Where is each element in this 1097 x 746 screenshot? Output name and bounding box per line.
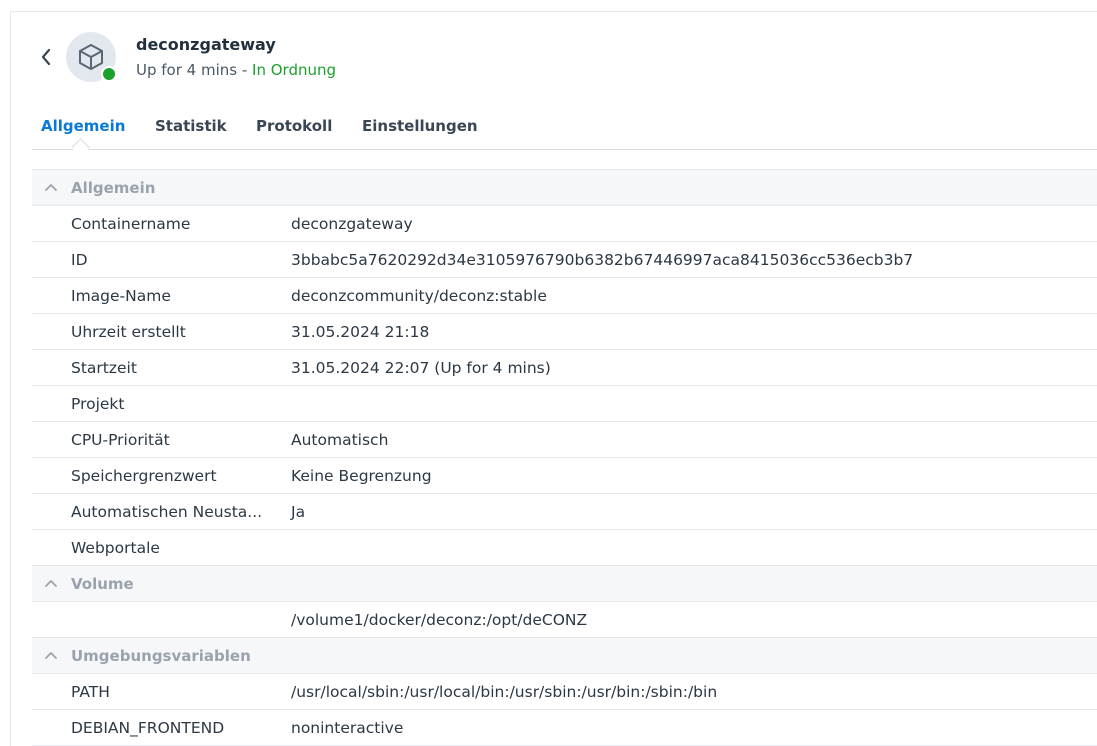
cube-icon: [79, 44, 103, 70]
row-label: ID: [71, 251, 88, 269]
row-label: Image-Name: [71, 287, 171, 305]
row-label: Projekt: [71, 395, 125, 413]
table-row: PATH/usr/local/sbin:/usr/local/bin:/usr/…: [32, 674, 1097, 710]
row-label: Webportale: [71, 539, 160, 557]
row-value: Automatisch: [291, 431, 389, 449]
table-row: Startzeit 31.05.2024 22:07 (Up for 4 mins…: [32, 350, 1097, 386]
container-title: deconzgateway: [136, 35, 276, 54]
row-value: deconzcommunity/deconz:stable: [291, 287, 547, 305]
table-row: Uhrzeit erstellt 31.05.2024 21:18: [32, 314, 1097, 350]
row-label: Uhrzeit erstellt: [71, 323, 186, 341]
uptime-text: Up for 4 mins: [136, 61, 238, 79]
table-row: CPU-Priorität Automatisch: [32, 422, 1097, 458]
tab-protokoll[interactable]: Protokoll: [256, 117, 332, 135]
table-row: Speichergrenzwert Keine Begrenzung: [32, 458, 1097, 494]
back-button[interactable]: [36, 44, 56, 70]
row-value: 3bbabc5a7620292d34e3105976790b6382b67446…: [291, 251, 914, 269]
tab-einstellungen[interactable]: Einstellungen: [362, 117, 478, 135]
status-indicator: [101, 66, 117, 82]
left-divider: [10, 12, 11, 746]
row-label: PATH: [71, 683, 110, 701]
section-title: Allgemein: [71, 179, 156, 197]
tab-allgemein[interactable]: Allgemein: [41, 117, 125, 135]
row-value: Keine Begrenzung: [291, 467, 432, 485]
health-status: In Ordnung: [252, 61, 337, 79]
top-divider: [10, 11, 1097, 12]
row-value: Ja: [291, 503, 306, 521]
section-header-volume[interactable]: Volume: [32, 566, 1097, 602]
tab-bar: Allgemein Statistik Protokoll Einstellun…: [32, 108, 1097, 150]
row-value: /usr/local/sbin:/usr/local/bin:/usr/sbin…: [291, 683, 718, 701]
row-value: 31.05.2024 21:18: [291, 323, 430, 341]
status-separator: -: [237, 61, 253, 79]
table-row: Containername deconzgateway: [32, 206, 1097, 242]
row-value: /volume1/docker/deconz:/opt/deCONZ: [291, 611, 588, 629]
row-label: Containername: [71, 215, 191, 233]
details-table: Allgemein Containername deconzgateway ID 3…: [32, 169, 1097, 746]
chevron-left-icon: [41, 48, 51, 66]
table-row: Webportale: [32, 530, 1097, 566]
chevron-up-icon: [45, 652, 57, 659]
section-title: Volume: [71, 575, 134, 593]
chevron-up-icon: [45, 184, 57, 191]
row-label: DEBIAN_FRONTEND: [71, 719, 225, 737]
tab-statistik[interactable]: Statistik: [155, 117, 227, 135]
row-value: 31.05.2024 22:07 (Up for 4 mins): [291, 359, 551, 377]
row-value: deconzgateway: [291, 215, 413, 233]
table-row: Automatischen Neusta... Ja: [32, 494, 1097, 530]
section-header-allgemein[interactable]: Allgemein: [32, 170, 1097, 206]
row-label: Speichergrenzwert: [71, 467, 217, 485]
chevron-up-icon: [45, 580, 57, 587]
table-row: DEBIAN_FRONTEND noninteractive: [32, 710, 1097, 746]
container-detail-panel: deconzgateway Up for 4 mins - In Ordnung…: [0, 0, 1097, 746]
table-row: /volume1/docker/deconz:/opt/deCONZ: [32, 602, 1097, 638]
table-row: Image-Name deconzcommunity/deconz:stable: [32, 278, 1097, 314]
table-row: Projekt: [32, 386, 1097, 422]
row-value: noninteractive: [291, 719, 404, 737]
container-status: Up for 4 mins - In Ordnung: [136, 61, 336, 79]
table-row: ID 3bbabc5a7620292d34e3105976790b6382b674…: [32, 242, 1097, 278]
row-label: CPU-Priorität: [71, 431, 170, 449]
section-title: Umgebungsvariablen: [71, 647, 251, 665]
row-label: Startzeit: [71, 359, 137, 377]
section-header-umgebungsvariablen[interactable]: Umgebungsvariablen: [32, 638, 1097, 674]
row-label: Automatischen Neusta...: [71, 503, 263, 521]
